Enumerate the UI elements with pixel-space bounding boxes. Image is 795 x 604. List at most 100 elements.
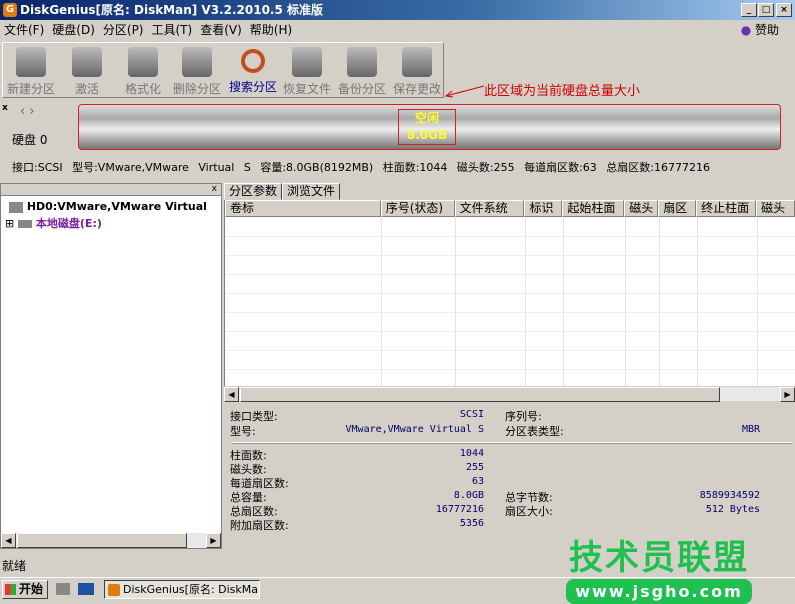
menu-tools[interactable]: 工具(T) <box>148 20 197 40</box>
app-logo-icon <box>108 584 120 596</box>
search-partition-button[interactable]: 搜索分区 <box>225 45 281 95</box>
sponsor-icon: ● <box>740 23 755 37</box>
search-icon <box>241 49 265 73</box>
disk-tree-panel: x HD0:VMware,VMware Virtual ⊞ 本地磁盘(E:) <box>0 183 222 549</box>
menu-partition[interactable]: 分区(P) <box>99 20 148 40</box>
button-label: 保存更改 <box>392 82 441 96</box>
close-panel-icon[interactable]: x <box>2 103 8 113</box>
expand-icon[interactable]: ⊞ <box>5 217 14 230</box>
partition-table: 卷标 序号(状态) 文件系统 标识 起始柱面 磁头 扇区 终止柱面 磁头 <box>224 200 795 386</box>
activate-icon <box>72 47 102 77</box>
tree-item-disk[interactable]: HD0:VMware,VMware Virtual <box>9 200 207 213</box>
free-label: 空闲 <box>414 111 439 125</box>
tab-partition-params[interactable]: 分区参数 <box>224 183 283 200</box>
detail-value: SCSI <box>459 409 484 420</box>
button-label: 格式化 <box>124 82 161 96</box>
menu-bar: 文件(F) 硬盘(D) 分区(P) 工具(T) 查看(V) 帮助(H) <box>0 20 795 40</box>
menu-help[interactable]: 帮助(H) <box>246 20 296 40</box>
delete-partition-button[interactable]: 删除分区 <box>169 45 225 97</box>
windows-logo-icon <box>5 584 16 595</box>
detail-label: 接口类型: <box>230 410 278 423</box>
detail-label: 序列号: <box>505 410 542 423</box>
recover-files-button[interactable]: 恢复文件 <box>279 45 335 97</box>
annotation-arrow-icon <box>444 85 484 98</box>
menu-view[interactable]: 查看(V) <box>196 20 246 40</box>
button-label: 新建分区 <box>6 82 55 96</box>
disk-icon <box>9 201 23 213</box>
toolbar: 新建分区 激活 格式化 删除分区 搜索分区 恢复文件 备份分区 保存更改 <box>2 42 444 98</box>
tree-item-volume[interactable]: ⊞ 本地磁盘(E:) <box>5 215 102 231</box>
minimize-button[interactable]: _ <box>741 3 757 17</box>
disk-info-line: 接口:SCSI 型号:VMware,VMware Virtual S 容量:8.… <box>12 161 710 174</box>
free-space-block[interactable]: 空闲 8.0GB <box>398 109 456 145</box>
activate-button[interactable]: 激活 <box>59 45 115 97</box>
menu-disk[interactable]: 硬盘(D) <box>48 20 99 40</box>
detail-value: 8589934592 <box>699 490 760 501</box>
detail-label: 分区表类型: <box>505 425 564 438</box>
show-desktop-icon[interactable] <box>78 583 94 595</box>
col-id[interactable]: 标识 <box>524 200 563 217</box>
table-hscrollbar[interactable]: ◀ ▶ <box>224 386 795 402</box>
delete-icon <box>182 47 212 77</box>
annotation-text: 此区域为当前硬盘总量大小 <box>484 84 641 99</box>
button-label: 删除分区 <box>172 82 221 96</box>
maximize-button[interactable]: □ <box>758 3 774 17</box>
app-logo-icon: G <box>3 3 17 17</box>
left-hscrollbar[interactable]: ◀ ▶ <box>1 533 221 548</box>
new-partition-icon <box>16 47 46 77</box>
start-button[interactable]: 开始 <box>2 580 48 599</box>
table-header: 卷标 序号(状态) 文件系统 标识 起始柱面 磁头 扇区 终止柱面 磁头 <box>225 200 795 217</box>
sponsor-label: 赞助 <box>754 23 779 37</box>
col-end-cyl[interactable]: 终止柱面 <box>696 200 757 217</box>
col-end-head[interactable]: 磁头 <box>756 200 795 217</box>
panel-header: x <box>1 184 221 196</box>
col-filesystem[interactable]: 文件系统 <box>454 200 525 217</box>
volume-icon <box>18 220 33 228</box>
scroll-right-icon[interactable]: ▶ <box>780 387 795 402</box>
scroll-right-icon[interactable]: ▶ <box>206 533 221 548</box>
window-title: DiskGenius[原名: DiskMan] V3.2.2010.5 标准版 <box>20 3 324 17</box>
detail-value: VMware,VMware Virtual S <box>345 424 484 435</box>
button-label: 备份分区 <box>337 82 386 96</box>
free-size: 8.0GB <box>406 128 448 142</box>
detail-value: 1044 <box>459 448 484 459</box>
new-partition-button[interactable]: 新建分区 <box>3 45 59 97</box>
backup-icon <box>347 47 377 77</box>
col-head[interactable]: 磁头 <box>624 200 659 217</box>
col-sector[interactable]: 扇区 <box>658 200 697 217</box>
disk-nav-arrows-icon[interactable]: ‹ › <box>20 104 35 119</box>
taskbar-item-diskgenius[interactable]: DiskGenius[原名: DiskMa... <box>104 580 260 599</box>
col-index[interactable]: 序号(状态) <box>380 200 455 217</box>
save-icon <box>402 47 432 77</box>
start-label: 开始 <box>19 582 44 596</box>
tree-label: HD0:VMware,VMware Virtual <box>26 200 207 213</box>
detail-value: 512 Bytes <box>705 504 760 515</box>
save-changes-button[interactable]: 保存更改 <box>389 45 445 97</box>
sponsor-link[interactable]: ● 赞助 <box>741 20 779 40</box>
tab-browse-files[interactable]: 浏览文件 <box>282 183 341 200</box>
disk-details: 接口类型: SCSI 型号: VMware,VMware Virtual S 柱面数… <box>224 402 795 547</box>
detail-value: MBR <box>741 424 760 435</box>
recover-icon <box>292 47 322 77</box>
col-start-cyl[interactable]: 起始柱面 <box>562 200 625 217</box>
scroll-left-icon[interactable]: ◀ <box>1 533 16 548</box>
menu-file[interactable]: 文件(F) <box>0 20 48 40</box>
watermark-text: 技术员联盟 <box>569 538 749 578</box>
col-volume[interactable]: 卷标 <box>225 200 381 217</box>
detail-value: 8.0GB <box>453 490 484 501</box>
format-button[interactable]: 格式化 <box>115 45 171 97</box>
button-label: 激活 <box>74 82 99 96</box>
scroll-thumb[interactable] <box>240 387 720 402</box>
detail-value: 255 <box>465 462 484 473</box>
tab-bar: 分区参数 浏览文件 <box>224 183 341 200</box>
backup-partition-button[interactable]: 备份分区 <box>334 45 390 97</box>
detail-value: 16777216 <box>435 504 484 515</box>
detail-value: 5356 <box>459 518 484 529</box>
quicklaunch-icon[interactable] <box>56 583 70 595</box>
watermark-logo: 技术员联盟 www.jsgho.com <box>566 530 752 604</box>
detail-value: 63 <box>471 476 484 487</box>
close-button[interactable]: × <box>776 3 792 17</box>
scroll-left-icon[interactable]: ◀ <box>224 387 239 402</box>
button-label: 搜索分区 <box>228 80 277 94</box>
scroll-thumb[interactable] <box>17 533 187 548</box>
